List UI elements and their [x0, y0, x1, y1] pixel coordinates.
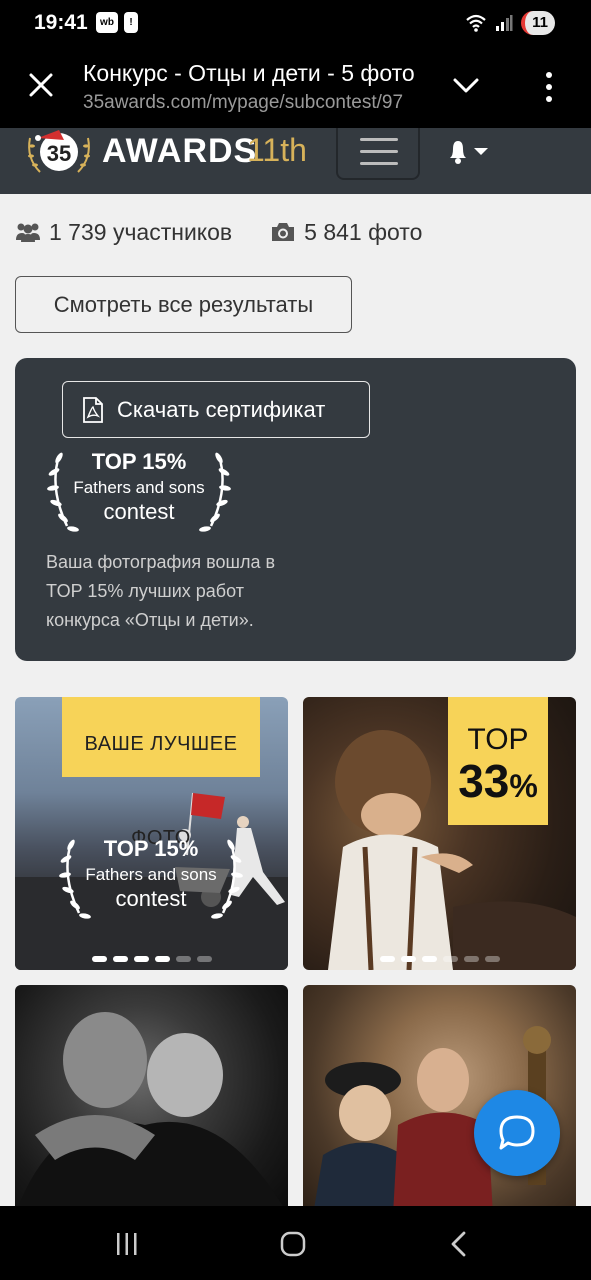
participants-count: 1 739 участников: [49, 218, 233, 245]
carousel-dot[interactable]: [421, 956, 437, 962]
carousel-dot[interactable]: [379, 956, 395, 962]
carousel-dot[interactable]: [112, 956, 128, 962]
carousel-dot[interactable]: [484, 956, 500, 962]
download-certificate-label: Скачать сертификат: [117, 396, 326, 422]
carousel-dots[interactable]: [15, 956, 288, 962]
photos-count: 5 841 фото: [304, 218, 423, 245]
cert-badge-bottom: contest: [104, 499, 175, 524]
browser-page-title: Конкурс - Отцы и дети - 5 фото: [83, 60, 415, 86]
carousel-dot[interactable]: [154, 956, 170, 962]
photo-badge-top: TOP 15%: [104, 836, 199, 861]
photo-badge-middle: Fathers and sons: [85, 865, 216, 884]
photo-card-best[interactable]: ВАШЕ ЛУЧШЕЕ ФОТО TOP 15% Fathers and son…: [15, 697, 288, 970]
status-right: 11: [465, 11, 555, 35]
carousel-dot[interactable]: [463, 956, 479, 962]
logo-icon[interactable]: 35: [24, 128, 94, 176]
carousel-dot[interactable]: [442, 956, 458, 962]
logo-text: AWARDS: [102, 132, 258, 170]
carousel-dot[interactable]: [400, 956, 416, 962]
site-header: 35 AWARDS 11th: [0, 128, 591, 194]
close-icon[interactable]: [26, 70, 56, 100]
alert-icon: !: [124, 12, 138, 33]
certificate-description: Ваша фотография вошла в TOP 15% лучших р…: [46, 552, 276, 630]
carousel-dots[interactable]: [303, 956, 576, 962]
logo-edition: 11th: [247, 132, 307, 168]
download-certificate-button[interactable]: Скачать сертификат: [62, 381, 370, 438]
carousel-dot[interactable]: [133, 956, 149, 962]
camera-icon: [272, 223, 295, 241]
contest-stats: 1 739 участников 5 841 фото: [15, 215, 422, 249]
carousel-dot[interactable]: [91, 956, 107, 962]
certificate-card: Скачать сертификат TOP 15% Fathers and s…: [15, 358, 576, 661]
home-icon[interactable]: [278, 1230, 308, 1258]
battery-indicator: 11: [521, 11, 555, 35]
carousel-dot[interactable]: [175, 956, 191, 962]
photo-card-father-son-hug[interactable]: [15, 985, 288, 1215]
laurel-icon: TOP 15% Fathers and sons contest: [47, 449, 231, 532]
back-icon[interactable]: [444, 1230, 474, 1258]
logo-mark-text: 35: [47, 141, 71, 166]
status-app-icons: wb !: [96, 12, 138, 33]
cert-badge-middle: Fathers and sons: [73, 478, 204, 497]
chat-icon: [499, 1115, 535, 1150]
pdf-icon: [83, 396, 103, 423]
recents-icon[interactable]: [112, 1230, 142, 1258]
system-nav-bar: [0, 1206, 591, 1280]
top-label-value: 33: [458, 755, 510, 807]
best-photo-label: ВАШЕ ЛУЧШЕЕ ФОТО: [62, 697, 260, 849]
wb-app-icon: wb: [96, 12, 118, 33]
bell-icon[interactable]: [444, 138, 492, 168]
cert-badge-top: TOP 15%: [92, 449, 187, 474]
top-label-prefix: TOP: [467, 723, 529, 756]
chat-button[interactable]: [474, 1090, 560, 1176]
photo-card-top33[interactable]: TOP 33%: [303, 697, 576, 970]
users-icon: [16, 223, 40, 242]
photo-scene: [15, 1012, 288, 1215]
top-percent-label: TOP 33%: [448, 697, 548, 825]
laurel-icon: TOP 15% Fathers and sons contest: [59, 836, 243, 919]
photo-badge-bottom: contest: [116, 886, 187, 911]
wifi-icon: [466, 14, 486, 32]
participants-stat: 1 739 участников: [15, 219, 232, 246]
top-label-unit: %: [509, 768, 538, 804]
hamburger-icon: [360, 138, 398, 141]
carousel-dot[interactable]: [196, 956, 212, 962]
browser-toolbar: Конкурс - Отцы и дети - 5 фото 35awards.…: [0, 46, 591, 128]
kebab-menu-icon[interactable]: [540, 70, 558, 104]
photos-stat: 5 841 фото: [270, 219, 422, 246]
hamburger-menu-button[interactable]: [336, 128, 420, 180]
signal-icon: [496, 15, 513, 31]
status-time: 19:41: [34, 11, 88, 34]
view-all-results-button[interactable]: Смотреть все результаты: [15, 276, 352, 333]
browser-url[interactable]: 35awards.com/mypage/subcontest/97: [83, 92, 425, 114]
chevron-down-icon[interactable]: [450, 72, 482, 98]
status-bar: 19:41 wb ! 11: [0, 0, 591, 46]
